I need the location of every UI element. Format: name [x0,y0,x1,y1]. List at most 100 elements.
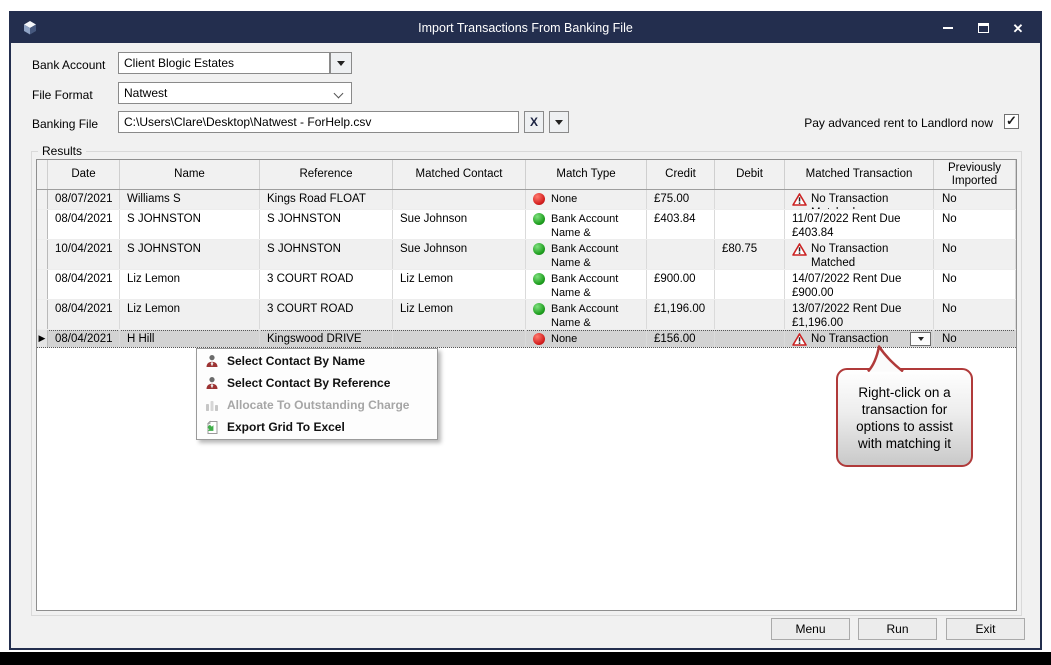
banking-file-input[interactable]: C:\Users\Clare\Desktop\Natwest - ForHelp… [118,111,519,133]
pay-advanced-rent-checkbox[interactable]: ✓ [1004,114,1019,129]
menu-item-select-contact-by-name[interactable]: Select Contact By Name [197,350,437,372]
column-header[interactable]: Match Type [526,160,647,189]
cell-name: Liz Lemon [120,300,260,329]
column-header[interactable]: Previously Imported [934,160,1016,189]
chevron-down-icon [334,89,344,99]
match-status-green-icon [533,243,545,255]
cell-matched-transaction: 11/07/2022 Rent Due £403.84 [785,210,934,239]
bottom-black-strip [0,652,1051,665]
callout-text: Right-click on a transaction for options… [843,384,967,452]
row-header-cell [37,190,48,209]
cell-credit: £403.84 [647,210,715,239]
match-status-red-icon [533,333,545,345]
matched-transaction-dropdown-button[interactable] [910,332,931,346]
cell-matched-contact [393,330,526,347]
row-header-cell [37,210,48,239]
cell-date: 08/04/2021 [48,330,120,347]
cell-matched-contact: Liz Lemon [393,270,526,299]
close-button[interactable]: ✕ [1006,17,1030,39]
import-transactions-window: Import Transactions From Banking File ✕ … [9,11,1042,650]
warning-icon [792,333,807,347]
table-row[interactable]: 08/04/2021S JOHNSTONS JOHNSTONSue Johnso… [37,210,1016,240]
table-row[interactable]: 08/04/2021Liz Lemon3 COURT ROADLiz Lemon… [37,270,1016,300]
cell-debit [715,330,785,347]
cell-matched-contact: Sue Johnson [393,240,526,269]
menu-button[interactable]: Menu [771,618,850,640]
cell-debit [715,300,785,329]
cell-match-type: Bank Account Name & Reference [526,240,647,269]
minimize-icon [943,27,953,29]
cell-matched-transaction: 14/07/2022 Rent Due £900.00 [785,270,934,299]
bank-account-combobox[interactable]: Client Blogic Estates [118,52,330,74]
bank-account-dropdown-button[interactable] [330,52,352,74]
file-format-value: Natwest [124,86,167,100]
cell-previously-imported: No [934,190,1016,209]
clear-file-button[interactable]: X [524,111,544,133]
cell-name: S JOHNSTON [120,240,260,269]
column-header[interactable]: Credit [647,160,715,189]
cell-match-type: Bank Account Name & Reference [526,300,647,329]
cell-name: Liz Lemon [120,270,260,299]
column-header[interactable]: Matched Transaction [785,160,934,189]
banking-file-value: C:\Users\Clare\Desktop\Natwest - ForHelp… [124,115,371,129]
row-header-cell [37,300,48,329]
column-header[interactable]: Debit [715,160,785,189]
annotation-callout: Right-click on a transaction for options… [836,368,973,467]
cell-match-type: None [526,330,647,347]
menu-item-export-grid-to-excel[interactable]: Export Grid To Excel [197,416,437,438]
close-icon: ✕ [1013,22,1024,35]
contact-person-icon [197,354,227,368]
cell-credit [647,240,715,269]
maximize-button[interactable] [971,17,995,39]
current-row-arrow-icon: ▶ [39,334,46,343]
exit-button[interactable]: Exit [946,618,1025,640]
bank-account-label: Bank Account [32,58,105,72]
cell-debit [715,210,785,239]
column-header[interactable]: Matched Contact [393,160,526,189]
cell-match-type: None [526,190,647,209]
cell-reference: Kings Road FLOAT [260,190,393,209]
table-row[interactable]: 08/04/2021Liz Lemon3 COURT ROADLiz Lemon… [37,300,1016,330]
match-status-green-icon [533,303,545,315]
cell-matched-transaction: No Transaction Matched [785,330,934,347]
results-grid-header: DateNameReferenceMatched ContactMatch Ty… [37,160,1016,190]
minimize-button[interactable] [936,17,960,39]
cell-credit: £75.00 [647,190,715,209]
menu-item-select-contact-by-reference[interactable]: Select Contact By Reference [197,372,437,394]
dropdown-arrow-icon [918,337,924,341]
column-header[interactable]: Date [48,160,120,189]
cell-matched-contact: Sue Johnson [393,210,526,239]
cell-reference: 3 COURT ROAD [260,300,393,329]
menu-item-allocate-to-outstanding-charge: Allocate To Outstanding Charge [197,394,437,416]
cell-previously-imported: No [934,270,1016,299]
cell-reference: Kingswood DRIVE [260,330,393,347]
cell-date: 08/04/2021 [48,270,120,299]
table-row[interactable]: 08/07/2021Williams SKings Road FLOATNone… [37,190,1016,210]
callout-tail [864,345,906,372]
cell-debit [715,270,785,299]
cell-previously-imported: No [934,300,1016,329]
match-status-red-icon [533,193,545,205]
cell-name: Williams S [120,190,260,209]
cell-previously-imported: No [934,330,1016,347]
cell-date: 08/04/2021 [48,210,120,239]
row-header-stub [37,160,48,189]
warning-icon [792,243,807,261]
cell-match-type: Bank Account Name & Reference [526,210,647,239]
banking-file-label: Banking File [32,117,98,131]
column-header[interactable]: Name [120,160,260,189]
column-header[interactable]: Reference [260,160,393,189]
cell-matched-contact [393,190,526,209]
match-status-green-icon [533,273,545,285]
bank-account-value: Client Blogic Estates [124,56,234,70]
table-row[interactable]: 10/04/2021S JOHNSTONS JOHNSTONSue Johnso… [37,240,1016,270]
run-button[interactable]: Run [858,618,937,640]
warning-icon [792,193,807,209]
titlebar[interactable]: Import Transactions From Banking File ✕ [11,13,1040,43]
file-format-combobox[interactable]: Natwest [118,82,352,104]
checkmark-icon: ✓ [1006,114,1017,127]
cell-credit: £156.00 [647,330,715,347]
file-format-label: File Format [32,88,93,102]
file-dropdown-button[interactable] [549,111,569,133]
allocate-charge-icon [197,398,227,412]
